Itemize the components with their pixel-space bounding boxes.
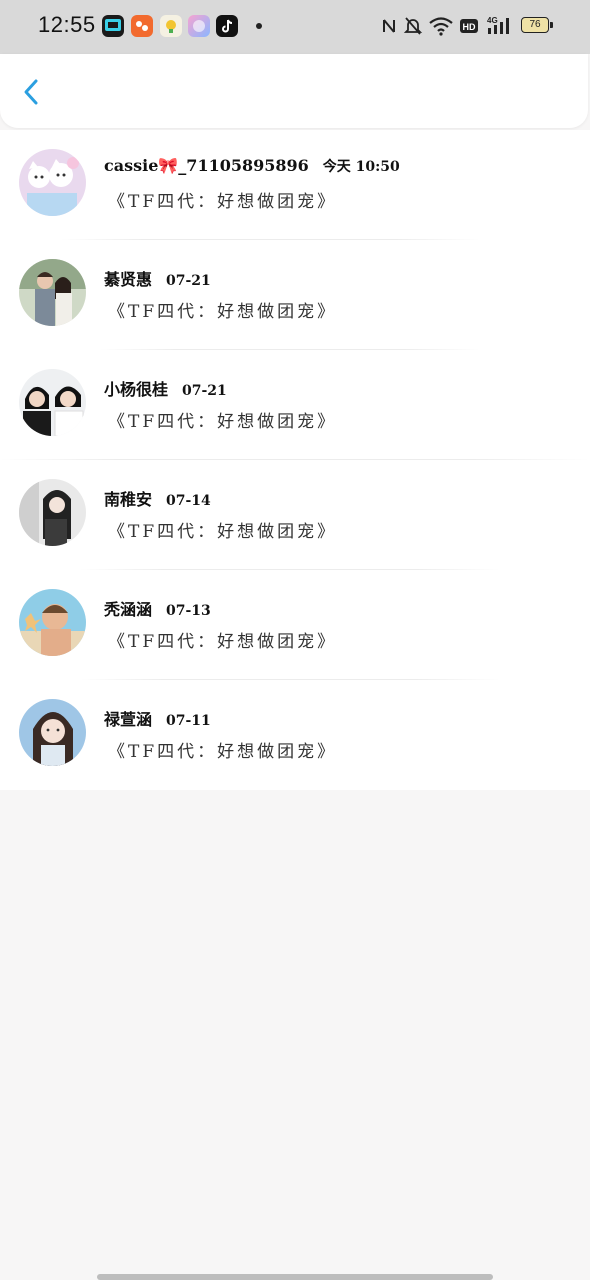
- list-item[interactable]: 禄萱涵 07-11 《TF四代：好想做团宠》: [0, 680, 590, 790]
- item-time: 今天 10:50: [322, 159, 400, 175]
- item-time: 07-21: [166, 273, 211, 289]
- battery-indicator: 76: [521, 17, 549, 33]
- app-icon-4: [188, 15, 210, 37]
- tiktok-icon: [216, 15, 238, 37]
- app-icon-3: [160, 15, 182, 37]
- status-bar: 12:55 HD 4G 76: [0, 0, 590, 54]
- signal-4g-icon: 4G: [487, 16, 509, 34]
- item-title: 綦贤惠 07-21: [104, 266, 211, 290]
- item-time: 07-11: [166, 713, 211, 729]
- book-title: 《TF四代：好想做团宠》: [108, 192, 338, 212]
- user-name: 秃涵涵: [104, 600, 153, 619]
- nfc-icon: [383, 19, 395, 33]
- notification-dot: [256, 23, 262, 29]
- svg-text:HD: HD: [463, 22, 476, 32]
- book-title: 《TF四代：好想做团宠》: [108, 302, 338, 322]
- user-name: 小杨很桂: [104, 380, 169, 399]
- back-button[interactable]: [14, 72, 50, 112]
- list-item[interactable]: 秃涵涵 07-13 《TF四代：好想做团宠》: [0, 570, 590, 680]
- recommendation-list: cassie🎀_71105895896 今天 10:50 《TF四代：好想做团宠》…: [0, 130, 590, 790]
- avatar[interactable]: [19, 589, 86, 656]
- avatar[interactable]: [19, 369, 86, 436]
- item-title: 南稚安 07-14: [104, 486, 211, 510]
- battery-tip: [550, 22, 553, 28]
- book-title: 《TF四代：好想做团宠》: [108, 522, 338, 542]
- item-title: 秃涵涵 07-13: [104, 596, 211, 620]
- book-title: 《TF四代：好想做团宠》: [108, 742, 338, 762]
- avatar[interactable]: [19, 259, 86, 326]
- item-time: 07-14: [166, 493, 211, 509]
- user-name: 禄萱涵: [104, 710, 153, 729]
- list-item[interactable]: 南稚安 07-14 《TF四代：好想做团宠》: [0, 460, 590, 570]
- mute-icon: [403, 17, 423, 35]
- avatar[interactable]: [19, 699, 86, 766]
- list-item[interactable]: 綦贤惠 07-21 《TF四代：好想做团宠》: [0, 240, 590, 350]
- app-icon-2: [131, 15, 153, 37]
- avatar[interactable]: [19, 149, 86, 216]
- user-name: 南稚安: [104, 490, 153, 509]
- wifi-icon: [429, 17, 453, 36]
- top-bar: [0, 54, 588, 128]
- avatar[interactable]: [19, 479, 86, 546]
- item-title: 禄萱涵 07-11: [104, 706, 211, 730]
- book-title: 《TF四代：好想做团宠》: [108, 412, 338, 432]
- book-title: 《TF四代：好想做团宠》: [108, 632, 338, 652]
- item-time: 07-13: [166, 603, 211, 619]
- list-item[interactable]: 小杨很桂 07-21 《TF四代：好想做团宠》: [0, 350, 590, 460]
- status-time: 12:55: [38, 12, 96, 37]
- hd-icon: HD: [460, 19, 478, 33]
- list-item[interactable]: cassie🎀_71105895896 今天 10:50 《TF四代：好想做团宠》: [0, 130, 590, 240]
- svg-text:4G: 4G: [487, 16, 498, 25]
- item-time: 07-21: [182, 383, 227, 399]
- app-icon-1: [102, 15, 124, 37]
- chevron-left-icon: [24, 79, 38, 105]
- item-title: cassie🎀_71105895896 今天 10:50: [104, 156, 400, 176]
- gesture-navigation-bar[interactable]: [97, 1274, 493, 1280]
- user-name: 綦贤惠: [104, 270, 153, 289]
- user-name: cassie🎀_71105895896: [104, 156, 309, 175]
- item-title: 小杨很桂 07-21: [104, 376, 227, 400]
